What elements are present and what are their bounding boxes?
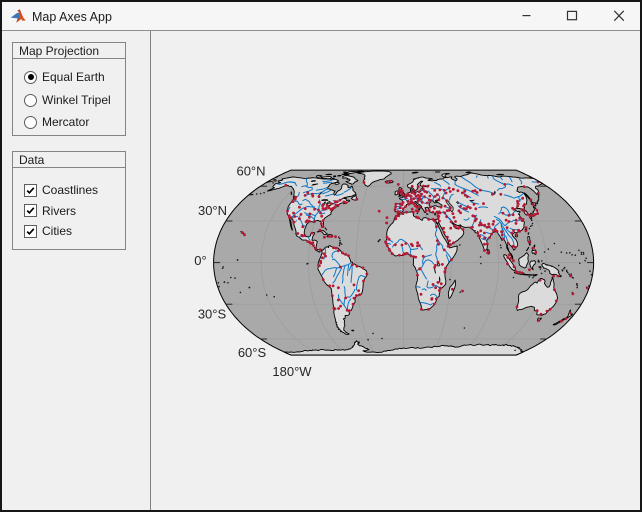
svg-text:60°N: 60°N	[236, 164, 265, 179]
svg-text:0°: 0°	[194, 253, 206, 268]
svg-text:180°W: 180°W	[272, 364, 312, 379]
svg-text:30°N: 30°N	[198, 203, 227, 218]
svg-text:60°S: 60°S	[238, 345, 267, 360]
svg-text:30°S: 30°S	[198, 307, 227, 322]
